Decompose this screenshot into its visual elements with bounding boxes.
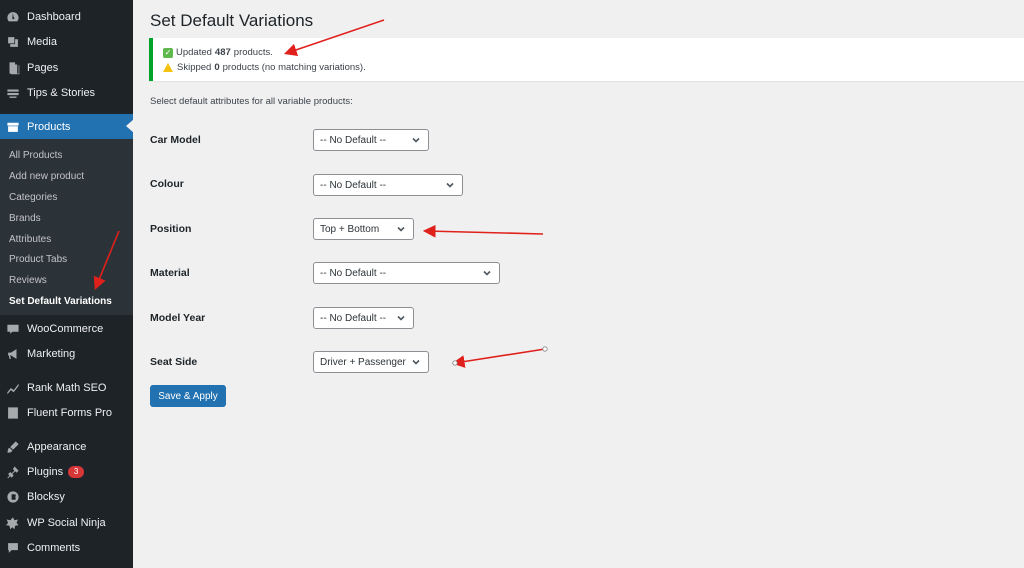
select-position[interactable]: Top + Bottom — [313, 218, 414, 240]
menu-pages[interactable]: Pages — [0, 56, 133, 80]
submenu-add-new-product[interactable]: Add new product — [9, 171, 84, 182]
blocksy-icon — [6, 490, 20, 504]
intro-text: Select default attributes for all variab… — [150, 96, 353, 107]
menu-label: Plugins — [27, 466, 64, 478]
submenu-product-tabs[interactable]: Product Tabs — [9, 254, 67, 265]
menu-products[interactable]: Products — [0, 114, 133, 139]
page-title: Set Default Variations — [150, 11, 314, 30]
menu-label: Fluent Forms Pro — [27, 407, 112, 419]
brush-icon — [6, 440, 20, 454]
comment-icon — [6, 541, 20, 555]
annotation-overlay — [93, 19, 548, 368]
dashboard-icon — [6, 10, 20, 24]
menu-label: Blocksy — [27, 491, 65, 503]
chart-icon — [6, 381, 20, 395]
plugins-update-badge: 3 — [68, 466, 85, 478]
tips-icon — [6, 86, 20, 100]
annotation-arrow-seat-side — [451, 348, 546, 368]
save-apply-button[interactable]: Save & Apply — [150, 385, 226, 407]
menu-rank-math-seo[interactable]: Rank Math SEO — [0, 376, 133, 400]
label-colour: Colour — [150, 178, 184, 190]
notice-updated-count: 487 — [214, 47, 231, 58]
annotation-handle — [542, 346, 548, 352]
success-notice: ✓ Updated 487 products. Skipped 0 produc… — [149, 38, 1024, 81]
submenu-set-default-variations[interactable]: Set Default Variations — [9, 296, 112, 307]
select-value: Top + Bottom — [320, 223, 380, 235]
chevron-down-icon — [411, 357, 421, 367]
menu-appearance[interactable]: Appearance — [0, 435, 133, 459]
submenu-attributes[interactable]: Attributes — [9, 234, 51, 245]
label-position: Position — [150, 223, 192, 235]
menu-plugins[interactable]: Plugins 3 — [0, 460, 133, 484]
label-car-model: Car Model — [150, 134, 201, 146]
select-material[interactable]: -- No Default -- — [313, 262, 500, 284]
annotation-arrow-position — [422, 224, 544, 238]
select-value: -- No Default -- — [320, 312, 387, 324]
select-value: -- No Default -- — [320, 134, 387, 146]
notice-skipped-line: Skipped 0 products (no matching variatio… — [163, 62, 366, 73]
notice-skipped-pre: Skipped — [177, 62, 212, 73]
notice-skipped-post: products (no matching variations). — [222, 62, 366, 73]
menu-label: WooCommerce — [27, 323, 104, 335]
menu-label: WP Social Ninja — [27, 517, 106, 529]
menu-label: Media — [27, 36, 57, 48]
menu-label: Tips & Stories — [27, 87, 96, 99]
menu-label: Dashboard — [27, 11, 81, 23]
chevron-down-icon — [445, 180, 455, 190]
menu-marketing[interactable]: Marketing — [0, 342, 133, 366]
select-seat-side[interactable]: Driver + Passenger — [313, 351, 429, 373]
select-value: Driver + Passenger — [320, 356, 406, 368]
ninja-icon — [6, 516, 20, 530]
menu-media[interactable]: Media — [0, 30, 133, 54]
notice-updated-pre: Updated — [176, 47, 212, 58]
annotation-handle — [452, 360, 458, 366]
menu-wp-social-ninja[interactable]: WP Social Ninja — [0, 511, 133, 535]
megaphone-icon — [6, 347, 20, 361]
label-model-year: Model Year — [150, 312, 206, 324]
menu-label: Pages — [27, 62, 59, 74]
notice-updated-post: products. — [233, 47, 273, 58]
plugin-icon — [6, 465, 20, 479]
label-seat-side: Seat Side — [150, 356, 198, 368]
select-model-year[interactable]: -- No Default -- — [313, 307, 414, 329]
menu-dashboard[interactable]: Dashboard — [0, 5, 133, 29]
media-icon — [6, 35, 20, 49]
active-menu-arrow — [126, 119, 134, 133]
warning-icon — [163, 63, 173, 72]
menu-comments[interactable]: Comments — [0, 536, 133, 560]
products-submenu: All Products Add new product Categories … — [0, 139, 133, 315]
menu-blocksy[interactable]: Blocksy — [0, 485, 133, 509]
select-car-model[interactable]: -- No Default -- — [313, 129, 429, 151]
check-icon: ✓ — [163, 47, 173, 58]
notice-skipped-count: 0 — [214, 62, 220, 73]
products-icon — [6, 120, 20, 134]
select-value: -- No Default -- — [320, 267, 387, 279]
menu-label: Marketing — [27, 348, 76, 360]
chevron-down-icon — [396, 224, 406, 234]
forms-icon — [6, 406, 20, 420]
chevron-down-icon — [411, 135, 421, 145]
label-material: Material — [150, 267, 190, 279]
pages-icon — [6, 61, 20, 75]
select-value: -- No Default -- — [320, 179, 387, 191]
menu-label: Products — [27, 120, 71, 133]
submenu-all-products[interactable]: All Products — [9, 150, 62, 161]
submenu-reviews[interactable]: Reviews — [9, 275, 47, 286]
menu-label: Comments — [27, 542, 81, 554]
menu-fluent-forms-pro[interactable]: Fluent Forms Pro — [0, 401, 133, 425]
woocommerce-icon — [6, 322, 20, 336]
menu-tips-stories[interactable]: Tips & Stories — [0, 81, 133, 105]
submenu-categories[interactable]: Categories — [9, 192, 57, 203]
chevron-down-icon — [396, 313, 406, 323]
notice-updated-line: ✓ Updated 487 products. — [163, 47, 273, 58]
menu-label: Appearance — [27, 441, 87, 453]
select-colour[interactable]: -- No Default -- — [313, 174, 463, 196]
menu-label: Rank Math SEO — [27, 382, 107, 394]
admin-sidebar: Dashboard Media Pages Tips & Stories Pro… — [0, 0, 134, 568]
menu-woocommerce[interactable]: WooCommerce — [0, 317, 133, 341]
submenu-brands[interactable]: Brands — [9, 213, 41, 224]
chevron-down-icon — [482, 268, 492, 278]
